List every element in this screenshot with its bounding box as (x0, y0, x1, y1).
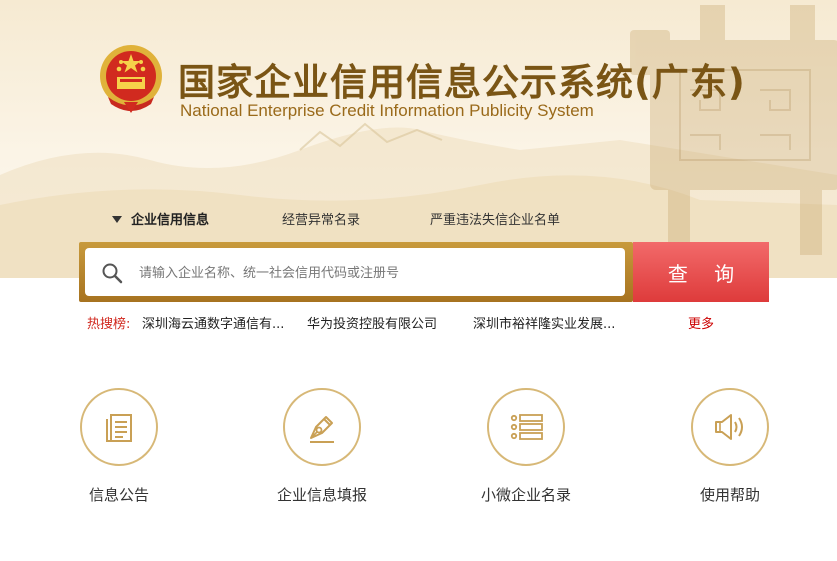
hot-search-label: 热搜榜: (87, 317, 131, 332)
tab-label: 企业信用信息 (131, 213, 210, 228)
tab-abnormal-operation-list[interactable]: 经营异常名录 (282, 209, 360, 228)
feature-label: 小微企业名录 (480, 486, 571, 504)
hot-search-item[interactable]: 深圳海云通数字通信有... (142, 313, 284, 332)
search-box (85, 248, 625, 296)
search-input[interactable] (137, 260, 611, 286)
tab-enterprise-credit-info[interactable]: 企业信用信息 (112, 209, 209, 228)
tab-serious-violation-list[interactable]: 严重违法失信企业名单 (430, 209, 560, 228)
feature-small-micro-enterprise-list[interactable]: 小微企业名录 (456, 388, 596, 505)
hot-search-bar: 热搜榜: 深圳海云通数字通信有... 华为投资控股有限公司 深圳市裕祥隆实业发展… (87, 313, 777, 332)
feature-info-announcement[interactable]: 信息公告 (49, 388, 189, 505)
hot-search-item[interactable]: 华为投资控股有限公司 (307, 313, 437, 332)
list-icon (510, 414, 543, 440)
feature-help[interactable]: 使用帮助 (660, 388, 800, 505)
search-button[interactable]: 查 询 (633, 242, 769, 302)
document-icon (106, 414, 132, 442)
feature-label: 使用帮助 (699, 486, 760, 504)
more-link[interactable]: 更多 (688, 313, 714, 332)
national-emblem-icon (100, 45, 162, 113)
feature-enterprise-info-report[interactable]: 企业信息填报 (252, 388, 392, 505)
feature-circle (487, 388, 565, 466)
site-title-english: National Enterprise Credit Information P… (180, 101, 594, 120)
search-bar (79, 242, 633, 302)
feature-label: 企业信息填报 (276, 486, 367, 504)
caret-down-icon (112, 216, 122, 223)
hot-search-item[interactable]: 深圳市裕祥隆实业发展... (473, 313, 615, 332)
feature-circle (691, 388, 769, 466)
search-icon (102, 263, 123, 284)
speaker-icon (715, 414, 743, 440)
feature-label: 信息公告 (88, 486, 149, 504)
feature-circle (283, 388, 361, 466)
pen-nib-icon (310, 416, 334, 443)
header-banner: 国家企业信用信息公示系统(广东) National Enterprise Cre… (0, 0, 837, 278)
feature-circle (80, 388, 158, 466)
site-title: 国家企业信用信息公示系统(广东) (178, 61, 746, 104)
